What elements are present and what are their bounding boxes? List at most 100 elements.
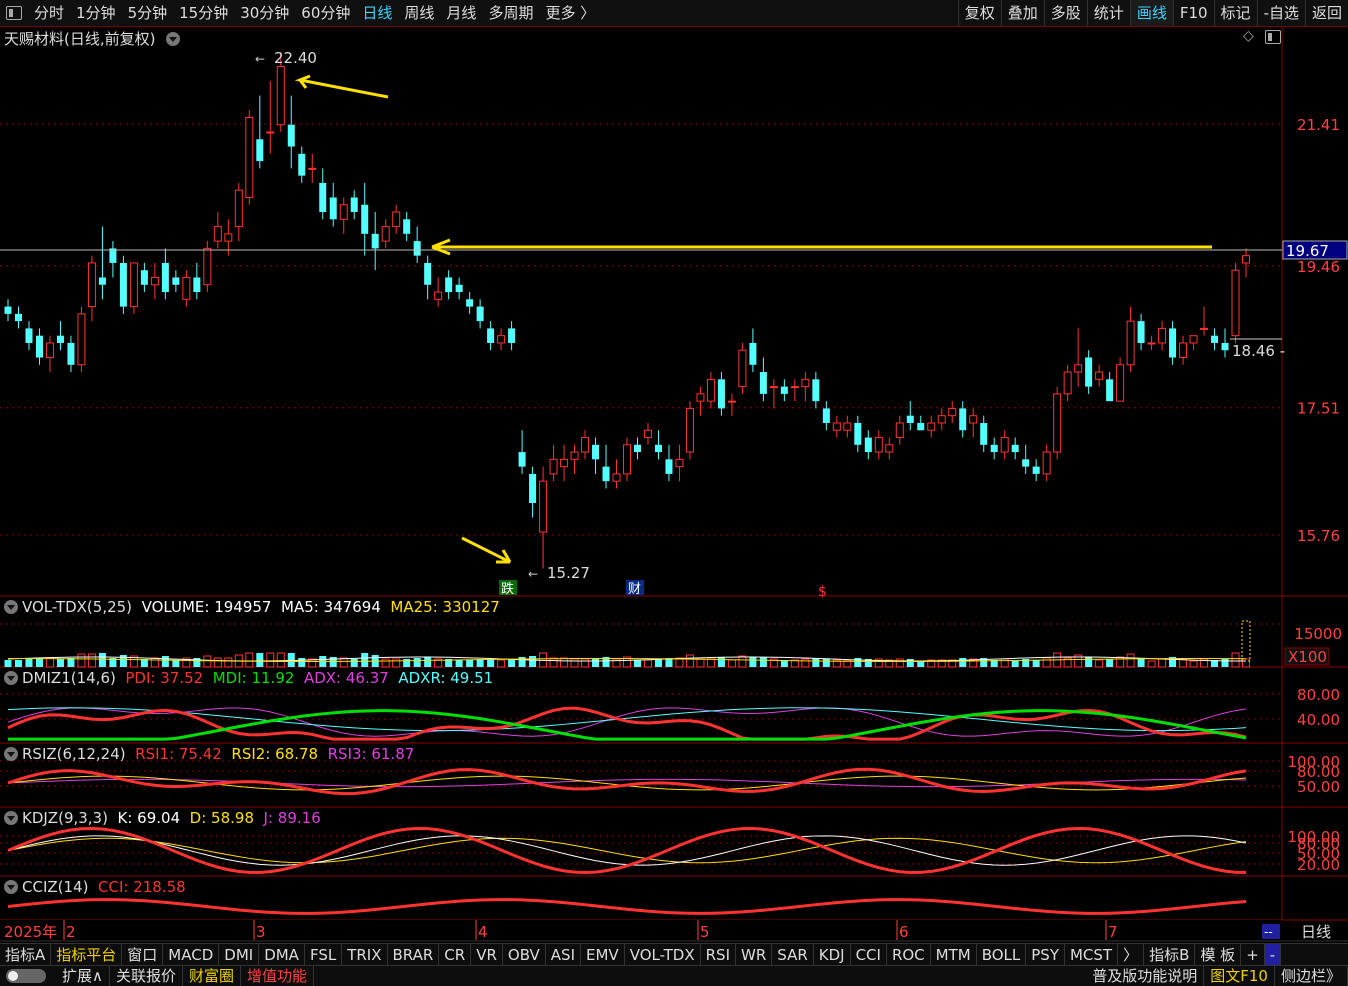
indicator-tab-23[interactable]: PSY [1026, 944, 1065, 966]
volume-bar-8 [87, 653, 96, 668]
candle-body-83 [874, 437, 883, 453]
period-tab-6[interactable]: 日线 [356, 0, 398, 26]
indicator-tab-17[interactable]: SAR [772, 944, 814, 966]
indicator-tab-7[interactable]: TRIX [342, 944, 388, 966]
period-tab-2[interactable]: 5分钟 [122, 0, 174, 26]
period-tab-5[interactable]: 60分钟 [295, 0, 356, 26]
cci-dropdown-icon[interactable] [4, 880, 18, 894]
toolbar-btn-0[interactable]: 复权 [957, 0, 1001, 26]
status-item-1[interactable]: 关联报价 [110, 966, 183, 986]
candle-body-64 [675, 458, 684, 468]
toolbar-btn-4[interactable]: 画线 [1129, 0, 1173, 26]
chart-area[interactable]: 21.41 19.46 17.51 15.76 19.67 18.46 - ← 22.40 ← 1… [0, 27, 1348, 943]
indicator-tab-14[interactable]: VOL-TDX [625, 944, 701, 966]
indicator-tab-5[interactable]: DMA [259, 944, 305, 966]
vol-dropdown-icon[interactable] [4, 600, 18, 614]
current-price-label: 19.67 [1286, 242, 1329, 260]
status-right-1[interactable]: 图文F10 [1204, 966, 1275, 986]
rsi-dropdown-icon[interactable] [4, 747, 18, 761]
toolbar-btn-2[interactable]: 多股 [1043, 0, 1087, 26]
period-tab-0[interactable]: 分时 [28, 0, 70, 26]
toolbar-btn-7[interactable]: -自选 [1256, 0, 1305, 26]
indicator-tab-29[interactable]: - [1264, 944, 1282, 966]
indicator-tab-27[interactable]: 模 板 [1195, 944, 1242, 966]
indicator-tab-19[interactable]: CCI [851, 944, 887, 966]
indicator-tab-25[interactable]: 〉 [1118, 944, 1145, 966]
indicator-tab-12[interactable]: ASI [546, 944, 582, 966]
indicator-tab-9[interactable]: CR [439, 944, 472, 966]
candle-body-69 [727, 400, 736, 403]
indicator-tab-0[interactable]: 指标A [0, 944, 52, 966]
period-tab-4[interactable]: 30分钟 [234, 0, 295, 26]
period-tabs: 分时 1分钟 5分钟 15分钟 30分钟 60分钟 日线 周线 月线 多周期 更多 〉 [28, 0, 601, 26]
dmi-dropdown-icon[interactable] [4, 671, 18, 685]
candle-body-5 [56, 335, 64, 343]
period-tab-10[interactable]: 更多 〉 [539, 0, 601, 26]
indicator-tab-10[interactable]: VR [471, 944, 503, 966]
period-tab-1[interactable]: 1分钟 [70, 0, 122, 26]
volume-bar-62 [654, 659, 662, 667]
candle-body-47 [497, 335, 506, 344]
toolbar-btn-3[interactable]: 统计 [1086, 0, 1130, 26]
candle-body-3 [35, 335, 43, 358]
toolbar-btn-5[interactable]: F10 [1172, 0, 1214, 26]
status-bar: 扩展∧ 关联报价 财富圈 增值功能 普及版功能说明 图文F10 侧边栏》 [0, 965, 1348, 986]
candle-body-40 [424, 262, 432, 285]
status-item-0[interactable]: 扩展∧ [56, 966, 110, 986]
diamond-icon[interactable]: ◇ [1243, 28, 1254, 44]
period-tab-8[interactable]: 月线 [440, 0, 482, 26]
indicator-tab-21[interactable]: MTM [931, 944, 977, 966]
indicator-tab-16[interactable]: WR [736, 944, 773, 966]
candle-body-78 [822, 408, 830, 423]
rsi-legend: RSIZ(6,12,24) RSI1: 75.42 RSI2: 68.78 RS… [4, 745, 414, 763]
period-tab-7[interactable]: 周线 [398, 0, 440, 26]
status-right-2[interactable]: 侧边栏》 [1275, 966, 1348, 986]
status-right-0[interactable]: 普及版功能说明 [1086, 966, 1205, 986]
toolbar-btn-1[interactable]: 叠加 [1000, 0, 1044, 26]
indicator-tab-24[interactable]: MCST [1065, 944, 1119, 966]
window-menu-icon[interactable] [6, 6, 22, 20]
kdj-dropdown-icon[interactable] [4, 811, 18, 825]
candle-body-31 [329, 197, 337, 220]
status-item-3[interactable]: 增值功能 [241, 966, 315, 986]
period-tab-9[interactable]: 多周期 [482, 0, 539, 26]
volume-bar-16 [172, 660, 180, 667]
candle-body-36 [381, 226, 390, 242]
toggle-switch[interactable] [6, 969, 46, 983]
candle-body-38 [403, 219, 411, 234]
volume-bar-50 [529, 656, 537, 667]
period-tab-3[interactable]: 15分钟 [173, 0, 234, 26]
indicator-tab-3[interactable]: MACD [163, 944, 220, 966]
volume-bar-0 [4, 660, 12, 667]
candle-body-33 [350, 197, 358, 213]
indicator-tab-1[interactable]: 指标平台 [51, 944, 123, 966]
status-item-2[interactable]: 财富圈 [183, 966, 242, 986]
indicator-tab-15[interactable]: RSI [701, 944, 736, 966]
panel-toggle-icon[interactable] [1265, 30, 1281, 48]
stock-title: 天赐材料(日线,前复权) [4, 28, 184, 49]
xaxis-bg [0, 920, 1282, 941]
indicator-tab-22[interactable]: BOLL [977, 944, 1027, 966]
indicator-tab-13[interactable]: EMV [581, 944, 625, 966]
dmi-tick-1: 40.00 [1297, 711, 1340, 729]
title-dropdown-icon[interactable] [166, 32, 181, 46]
candle-body-95 [1000, 437, 1009, 453]
indicator-tab-26[interactable]: 指标B [1144, 944, 1196, 966]
indicator-tab-20[interactable]: ROC [887, 944, 931, 966]
candle-body-43 [455, 284, 463, 293]
toolbar-btn-8[interactable]: 返回 [1304, 0, 1348, 26]
candle-body-108 [1137, 321, 1145, 343]
annotation-arrow-low [461, 536, 512, 564]
candle-body-6 [67, 342, 75, 365]
toolbar-btn-6[interactable]: 标记 [1213, 0, 1257, 26]
volume-bar-53 [560, 657, 569, 668]
indicator-tab-28[interactable]: + [1241, 944, 1265, 966]
indicator-tab-6[interactable]: FSL [305, 944, 343, 966]
indicator-tab-4[interactable]: DMI [219, 944, 260, 966]
indicator-tab-18[interactable]: KDJ [814, 944, 851, 966]
indicator-tab-2[interactable]: 窗口 [122, 944, 164, 966]
candle-body-91 [959, 408, 967, 431]
indicator-tab-8[interactable]: BRAR [388, 944, 440, 966]
candle-body-103 [1085, 357, 1093, 387]
indicator-tab-11[interactable]: OBV [503, 944, 546, 966]
